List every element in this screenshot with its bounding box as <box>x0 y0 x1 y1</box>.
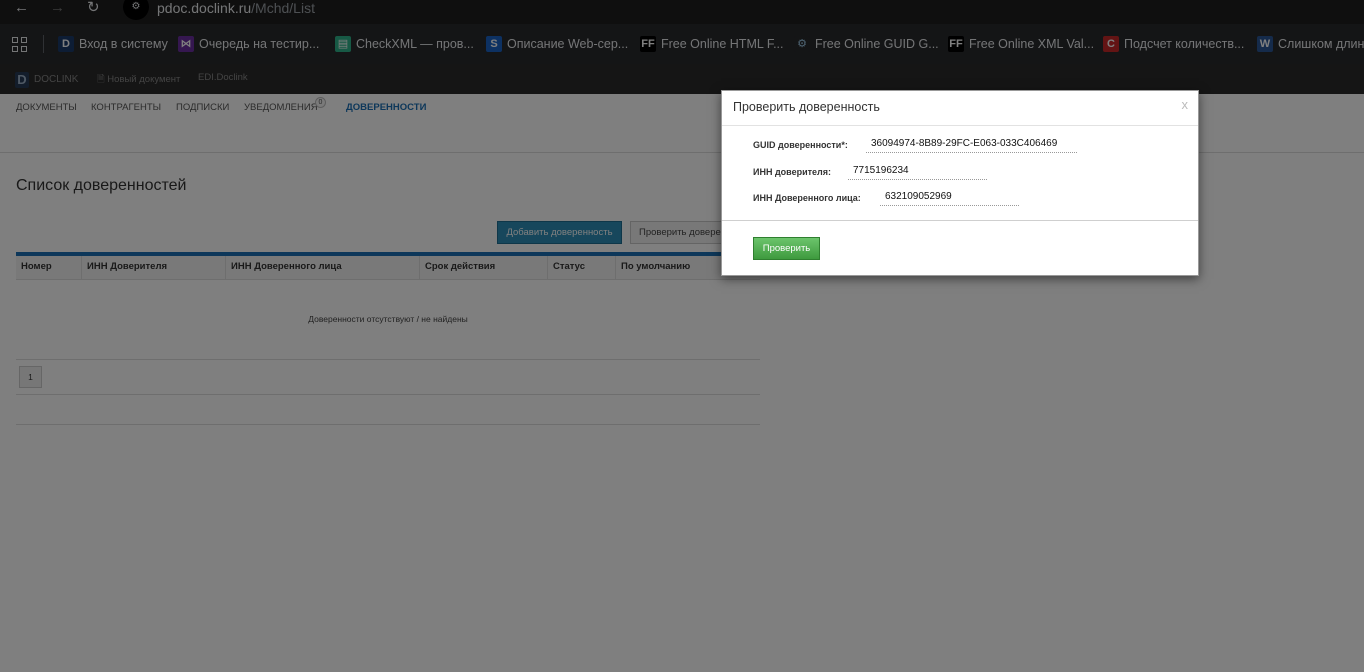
guid-field[interactable]: 36094974-8B89-29FC-E063-033C406469 <box>866 137 1077 153</box>
principal-inn-label: ИНН доверителя: <box>753 167 832 177</box>
dialog-footer-divider <box>722 220 1198 221</box>
verify-button[interactable]: Проверить <box>753 237 820 260</box>
check-power-of-attorney-dialog: Проверить доверенность x GUID довереннос… <box>721 90 1199 276</box>
dialog-title-divider <box>722 125 1198 126</box>
agent-inn-label: ИНН Доверенного лица: <box>753 193 861 203</box>
agent-inn-field[interactable]: 632109052969 <box>880 190 1019 206</box>
guid-label: GUID доверенности*: <box>753 140 848 150</box>
principal-inn-field[interactable]: 7715196234 <box>848 164 987 180</box>
close-icon[interactable]: x <box>1182 97 1189 112</box>
dialog-title: Проверить доверенность <box>733 100 880 114</box>
